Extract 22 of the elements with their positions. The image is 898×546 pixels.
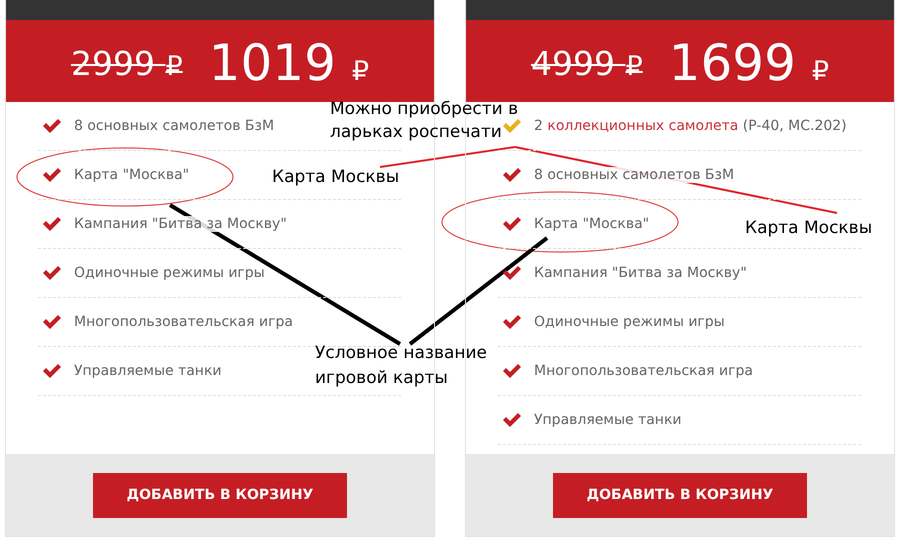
- feature-text: Управляемые танки: [74, 363, 222, 379]
- annotation-text: Условное название игровой карты: [315, 342, 488, 390]
- add-to-cart-button[interactable]: ДОБАВИТЬ В КОРЗИНУ: [93, 472, 347, 518]
- feature-text: Многопользовательская игра: [74, 314, 293, 330]
- new-price: 1019 ₽: [208, 34, 369, 92]
- feature-text: Управляемые танки: [534, 412, 682, 428]
- feature-text: Кампания "Битва за Москву": [534, 265, 747, 281]
- feature-text: Многопользовательская игра: [534, 363, 753, 379]
- annotation-text: Карта Москвы: [745, 217, 872, 240]
- new-price: 1699 ₽: [668, 34, 829, 92]
- annotation-text: Карта Москвы: [272, 166, 400, 189]
- old-price: 2999 ₽: [71, 44, 183, 82]
- feature-text: 2 коллекционных самолета (P-40, MC.202): [534, 118, 847, 134]
- feature-text: Карта "Москва": [74, 167, 190, 183]
- feature-text: Одиночные режимы игры: [534, 314, 725, 330]
- add-to-cart-button[interactable]: ДОБАВИТЬ В КОРЗИНУ: [553, 472, 807, 518]
- feature-text: Одиночные режимы игры: [74, 265, 265, 281]
- feature-text: 8 основных самолетов БзМ: [534, 167, 734, 183]
- annotation-text: Можно приобрести в ларьках роспечати: [330, 98, 520, 144]
- feature-text: Карта "Москва": [534, 216, 650, 232]
- old-price: 4999 ₽: [531, 44, 643, 82]
- feature-text: Кампания "Битва за Москву": [74, 216, 287, 232]
